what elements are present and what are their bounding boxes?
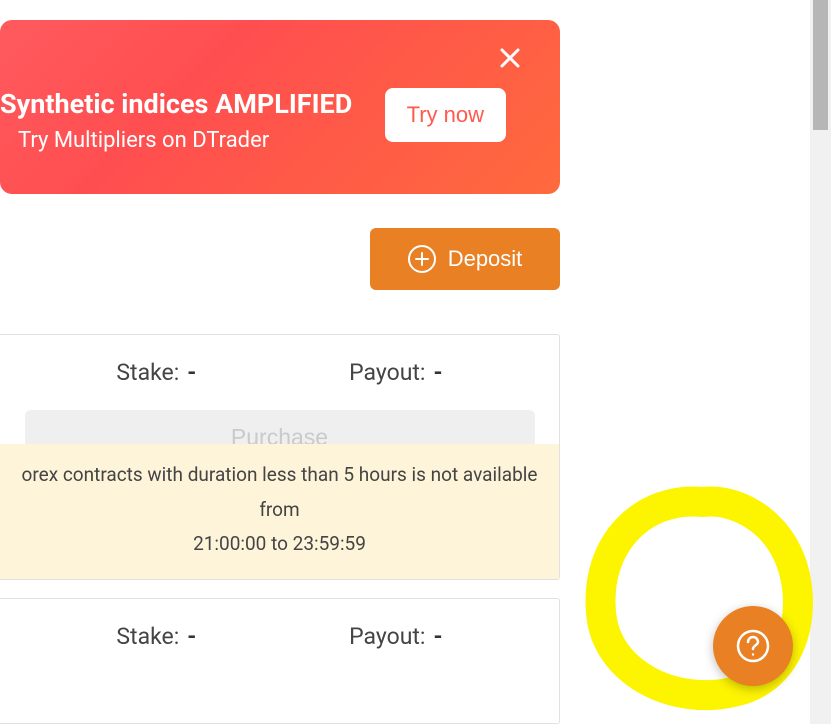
payout-label: Payout: bbox=[349, 623, 425, 650]
stake-label: Stake: bbox=[116, 623, 179, 650]
stake-value: - bbox=[187, 359, 196, 386]
warning-message: orex contracts with duration less than 5… bbox=[0, 444, 559, 579]
plus-circle-icon bbox=[408, 245, 436, 273]
payout-value: - bbox=[434, 359, 443, 386]
help-icon bbox=[733, 626, 773, 666]
scrollbar-track[interactable] bbox=[810, 0, 831, 724]
help-button[interactable] bbox=[713, 606, 793, 686]
scrollbar-thumb[interactable] bbox=[813, 0, 828, 130]
try-now-button[interactable]: Try now bbox=[385, 88, 506, 142]
deposit-label: Deposit bbox=[448, 246, 523, 272]
stake-value: - bbox=[187, 623, 196, 650]
trade-card: Stake: - Payout: - Purchase orex contrac… bbox=[0, 334, 560, 580]
trade-card: Stake: - Payout: - bbox=[0, 598, 560, 724]
close-icon[interactable] bbox=[496, 44, 524, 72]
promo-banner: Synthetic indices AMPLIFIED Try Multipli… bbox=[0, 20, 560, 194]
payout-label: Payout: bbox=[349, 359, 425, 386]
payout-value: - bbox=[434, 623, 443, 650]
stake-label: Stake: bbox=[116, 359, 179, 386]
deposit-button[interactable]: Deposit bbox=[370, 228, 560, 290]
